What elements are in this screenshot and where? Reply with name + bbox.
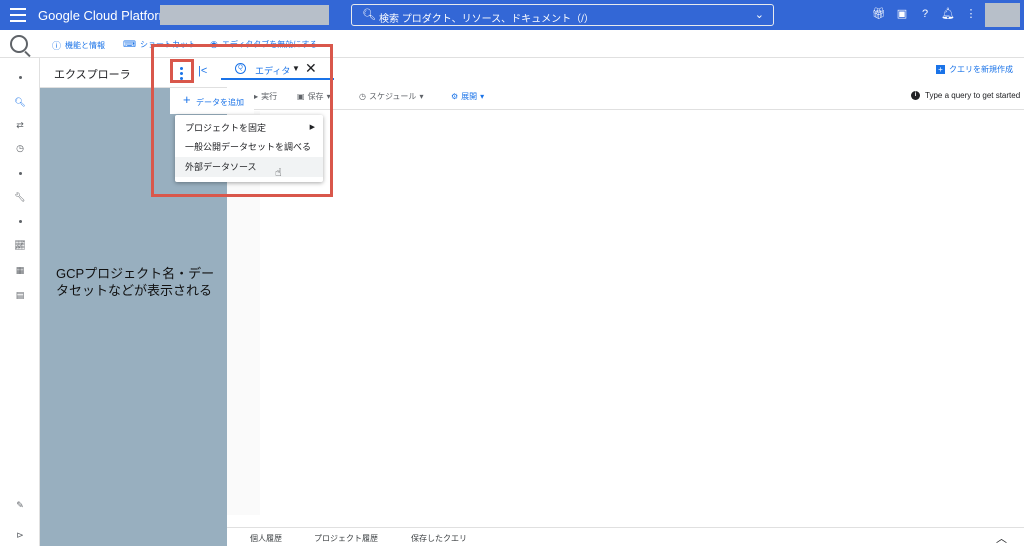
bell-icon[interactable]: 🔔︎: [941, 7, 955, 21]
rail-history-icon[interactable]: ◷: [14, 142, 26, 154]
chevron-down-icon[interactable]: ⌄: [755, 8, 764, 21]
explorer-title: エクスプローラ: [54, 69, 131, 81]
tab-saved-queries[interactable]: 保存したクエリ: [411, 533, 467, 544]
bottom-bar: 個人履歴 プロジェクト履歴 保存したクエリ ︿: [227, 527, 1024, 546]
search-placeholder: 検索 プロダクト、リソース、ドキュメント（/）: [379, 14, 594, 25]
rail-release-notes-icon[interactable]: ✎: [14, 499, 26, 511]
chevron-up-icon[interactable]: ︿: [996, 530, 1007, 546]
left-rail: 🔍︎ ⇄ ◷ 🔧︎ 📈︎ ▦ ▤ ✎ ⊳: [0, 58, 40, 546]
rail-grid-icon[interactable]: ▦: [14, 264, 26, 276]
info-icon: i: [911, 91, 920, 100]
hamburger-menu-icon[interactable]: [10, 8, 26, 22]
query-editor[interactable]: [260, 111, 1024, 515]
help-icon[interactable]: ?: [918, 7, 932, 21]
rail-document-icon[interactable]: ▤: [14, 289, 26, 301]
caret-down-icon: ▾: [419, 92, 424, 101]
query-hint: i Type a query to get started: [911, 91, 1020, 100]
keyboard-icon: ⌨: [123, 39, 136, 49]
tab-personal-history[interactable]: 個人履歴: [250, 533, 282, 544]
rail-expand-icon[interactable]: ⊳: [14, 529, 26, 541]
expand-button[interactable]: ⚙ 展開 ▾: [451, 91, 484, 102]
rail-dot: [19, 76, 22, 79]
rail-dot: [19, 172, 22, 175]
gear-icon: ⚙: [451, 92, 459, 101]
features-info-link[interactable]: ⓘ 機能と情報: [52, 39, 105, 52]
rail-transfer-icon[interactable]: ⇄: [14, 119, 26, 131]
info-icon: ⓘ: [52, 41, 62, 51]
search-icon: 🔍︎: [362, 9, 376, 21]
bigquery-logo-icon[interactable]: [10, 35, 28, 53]
editor-toolbar: [227, 82, 1024, 110]
rail-wrench-icon[interactable]: 🔧︎: [14, 191, 26, 203]
rail-dot: [19, 220, 22, 223]
brand-title[interactable]: Google Cloud Platform: [38, 8, 170, 23]
avatar[interactable]: [985, 3, 1020, 27]
project-selector[interactable]: [160, 5, 329, 25]
annotation-text: GCPプロジェクト名・データセットなどが表示される: [56, 266, 215, 298]
rail-analytics-icon[interactable]: 📈︎: [14, 239, 26, 251]
terminal-icon[interactable]: ▣: [895, 7, 909, 21]
top-bar: Google Cloud Platform 🔍︎ 検索 プロダクト、リソース、ド…: [0, 0, 1024, 30]
rail-search-icon[interactable]: 🔍︎: [14, 96, 26, 108]
schedule-button[interactable]: ◷ スケジュール ▾: [359, 91, 423, 102]
gift-icon[interactable]: 🎁︎: [872, 7, 886, 21]
new-query-button[interactable]: + クエリを新規作成: [936, 64, 1013, 75]
caret-down-icon: ▾: [480, 92, 485, 101]
highlight-box-kebab: [170, 59, 194, 83]
plus-box-icon: +: [936, 65, 945, 74]
more-vert-icon[interactable]: ⋮: [964, 7, 978, 21]
clock-icon: ◷: [359, 92, 366, 101]
tab-project-history[interactable]: プロジェクト履歴: [314, 533, 378, 544]
search-input[interactable]: 🔍︎ 検索 プロダクト、リソース、ドキュメント（/） ⌄: [351, 4, 774, 26]
